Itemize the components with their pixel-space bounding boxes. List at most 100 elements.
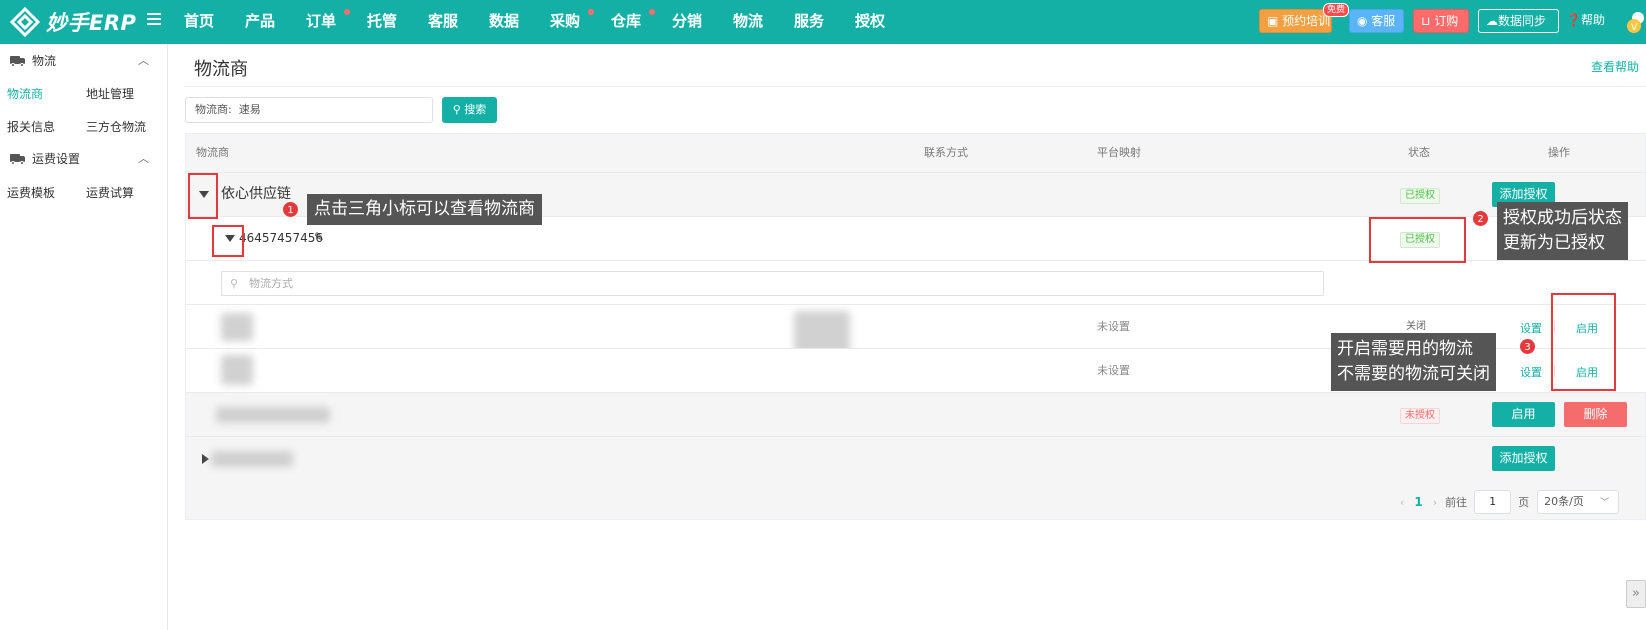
status-badge: 已授权 [1400, 188, 1440, 204]
column-header-platform-mapping: 平台映射 [1097, 146, 1141, 159]
nav-hosting[interactable]: 托管 [367, 0, 428, 44]
avatar[interactable]: V [1626, 11, 1646, 33]
search-label: 物流商: [195, 103, 232, 116]
logistics-method-search-input[interactable]: ⚲ 物流方式 [221, 271, 1324, 296]
logo-text: 妙手ERP [46, 11, 137, 35]
provider-name: 依心供应链 [221, 186, 291, 202]
data-sync-button[interactable]: ☁数据同步 [1478, 9, 1559, 33]
provider-search-input[interactable]: 物流商: 速易 [185, 97, 433, 123]
svg-text:V: V [1631, 23, 1638, 33]
truck-icon [10, 56, 25, 67]
chevron-up-icon: ︿ [138, 152, 149, 165]
search-button-label: 搜索 [464, 103, 487, 116]
delete-button[interactable]: 删除 [1564, 402, 1627, 427]
nav-products[interactable]: 产品 [245, 0, 306, 44]
provider-table: 物流商 联系方式 平台映射 状态 操作 依心供应链 已授权 添加授权 46457… [185, 133, 1646, 520]
search-button[interactable]: ⚲ 搜索 [442, 97, 497, 123]
next-page-icon[interactable]: › [1433, 496, 1437, 509]
edit-icon[interactable]: ✎ [314, 229, 324, 245]
method-placeholder: 物流方式 [249, 277, 293, 290]
current-page[interactable]: 1 [1414, 495, 1422, 509]
page-size-select[interactable]: 20条/页 ﹀ [1537, 490, 1620, 514]
sidebar-item-freight-template[interactable]: 运费模板 [7, 185, 55, 201]
help-label: 帮助 [1580, 13, 1605, 27]
search-icon: ⚲ [230, 277, 239, 290]
enable-button[interactable]: 启用 [1492, 402, 1555, 427]
platform-mapping: 未设置 [1097, 320, 1130, 333]
sidebar-group-logistics[interactable]: 物流 ︿ [0, 46, 167, 76]
prev-page-icon[interactable]: ‹ [1400, 496, 1404, 509]
nav-distribution[interactable]: 分销 [672, 0, 733, 44]
nav-purchase[interactable]: 采购 [550, 0, 611, 44]
calendar-icon: ▣ [1267, 14, 1283, 28]
sidebar-group-freight[interactable]: 运费设置 ︿ [0, 144, 167, 174]
pagination: ‹ 1 › 前往 1 页 20条/页 ﹀ [1400, 490, 1620, 514]
order-button[interactable]: ⊔ 订购 [1413, 9, 1469, 33]
goto-label: 前往 [1445, 496, 1468, 509]
training-button[interactable]: ▣ 预约培训 免费 [1259, 3, 1350, 33]
annotation-number: 3 [1519, 338, 1536, 355]
nav-authorization[interactable]: 授权 [855, 0, 916, 44]
sidebar-item-freight-calculator[interactable]: 运费试算 [86, 185, 134, 201]
page-size-value: 20条/页 [1544, 495, 1584, 508]
platform-mapping: 未设置 [1097, 364, 1130, 377]
redacted-method-name [221, 355, 253, 385]
cloud-icon: ☁ [1486, 14, 1498, 28]
table-row: ⚲ 物流方式 [186, 260, 1646, 304]
question-icon: ❓ [1566, 13, 1581, 27]
help-button[interactable]: ❓帮助 [1566, 9, 1614, 33]
annotation-box [188, 173, 218, 219]
table-row: 添加授权 [186, 436, 1646, 480]
notification-dot [344, 9, 350, 15]
expand-panel-icon[interactable]: » [1626, 580, 1646, 608]
nav-data[interactable]: 数据 [489, 0, 550, 44]
nav-home[interactable]: 首页 [184, 0, 245, 44]
headset-icon: ◉ [1357, 14, 1372, 28]
nav-customer-service[interactable]: 客服 [428, 0, 489, 44]
data-sync-label: 数据同步 [1498, 14, 1547, 28]
callout-line: 更新为已授权 [1503, 233, 1605, 253]
page-jump-input[interactable]: 1 [1474, 490, 1512, 514]
divider [185, 86, 1646, 87]
menu-toggle-icon[interactable] [147, 13, 161, 27]
main-nav: 首页 产品 订单 托管 客服 数据 采购 仓库 分销 物流 服务 授权 [184, 0, 916, 44]
settings-link[interactable]: 设置 [1520, 320, 1542, 336]
notification-dot [588, 9, 594, 15]
redacted-account [216, 407, 330, 423]
view-help-link[interactable]: 查看帮助 [1591, 58, 1639, 75]
nav-logistics[interactable]: 物流 [733, 0, 794, 44]
truck-icon [10, 154, 25, 165]
customer-service-button[interactable]: ◉ 客服 [1349, 9, 1404, 33]
nav-purchase-label: 采购 [550, 12, 581, 30]
nav-services[interactable]: 服务 [794, 0, 855, 44]
logo[interactable]: 妙手ERP [10, 7, 136, 37]
sidebar-item-customs[interactable]: 报关信息 [7, 119, 55, 135]
nav-warehouse[interactable]: 仓库 [611, 0, 672, 44]
column-header-contact: 联系方式 [924, 146, 968, 159]
annotation-callout: 点击三角小标可以查看物流商 [307, 194, 542, 225]
callout-line: 开启需要用的物流 [1337, 339, 1473, 359]
nav-orders[interactable]: 订单 [306, 0, 367, 44]
callout-line: 不需要的物流可关闭 [1337, 364, 1490, 384]
sidebar-item-third-party-warehouse[interactable]: 三方仓物流 [86, 119, 146, 135]
sidebar-group-label: 运费设置 [32, 152, 81, 166]
sidebar-item-providers[interactable]: 物流商 [7, 86, 43, 102]
table-row: 未授权 启用 删除 [186, 392, 1646, 436]
sidebar-item-addresses[interactable]: 地址管理 [86, 86, 134, 102]
account-id: 46457457456 [239, 231, 323, 245]
nav-warehouse-label: 仓库 [611, 12, 642, 30]
search-icon: ⚲ [452, 103, 461, 116]
settings-link[interactable]: 设置 [1520, 364, 1542, 380]
redacted-method-name [221, 313, 253, 341]
page-unit-label: 页 [1518, 496, 1530, 509]
annotation-callout: 开启需要用的物流 不需要的物流可关闭 [1331, 333, 1496, 391]
status-badge: 关闭 [1406, 321, 1426, 332]
annotation-number: 2 [1472, 210, 1489, 227]
sidebar: 物流 ︿ 物流商 地址管理 报关信息 三方仓物流 运费设置 ︿ 运费模板 运费试… [0, 44, 168, 630]
annotation-number: 1 [282, 201, 299, 218]
add-authorization-button[interactable]: 添加授权 [1492, 446, 1555, 471]
column-header-status: 状态 [1408, 146, 1430, 159]
expand-triangle-icon[interactable] [202, 454, 209, 464]
top-bar: 妙手ERP 首页 产品 订单 托管 客服 数据 采购 仓库 分销 物流 服务 授… [0, 0, 1646, 44]
annotation-box [212, 225, 244, 257]
